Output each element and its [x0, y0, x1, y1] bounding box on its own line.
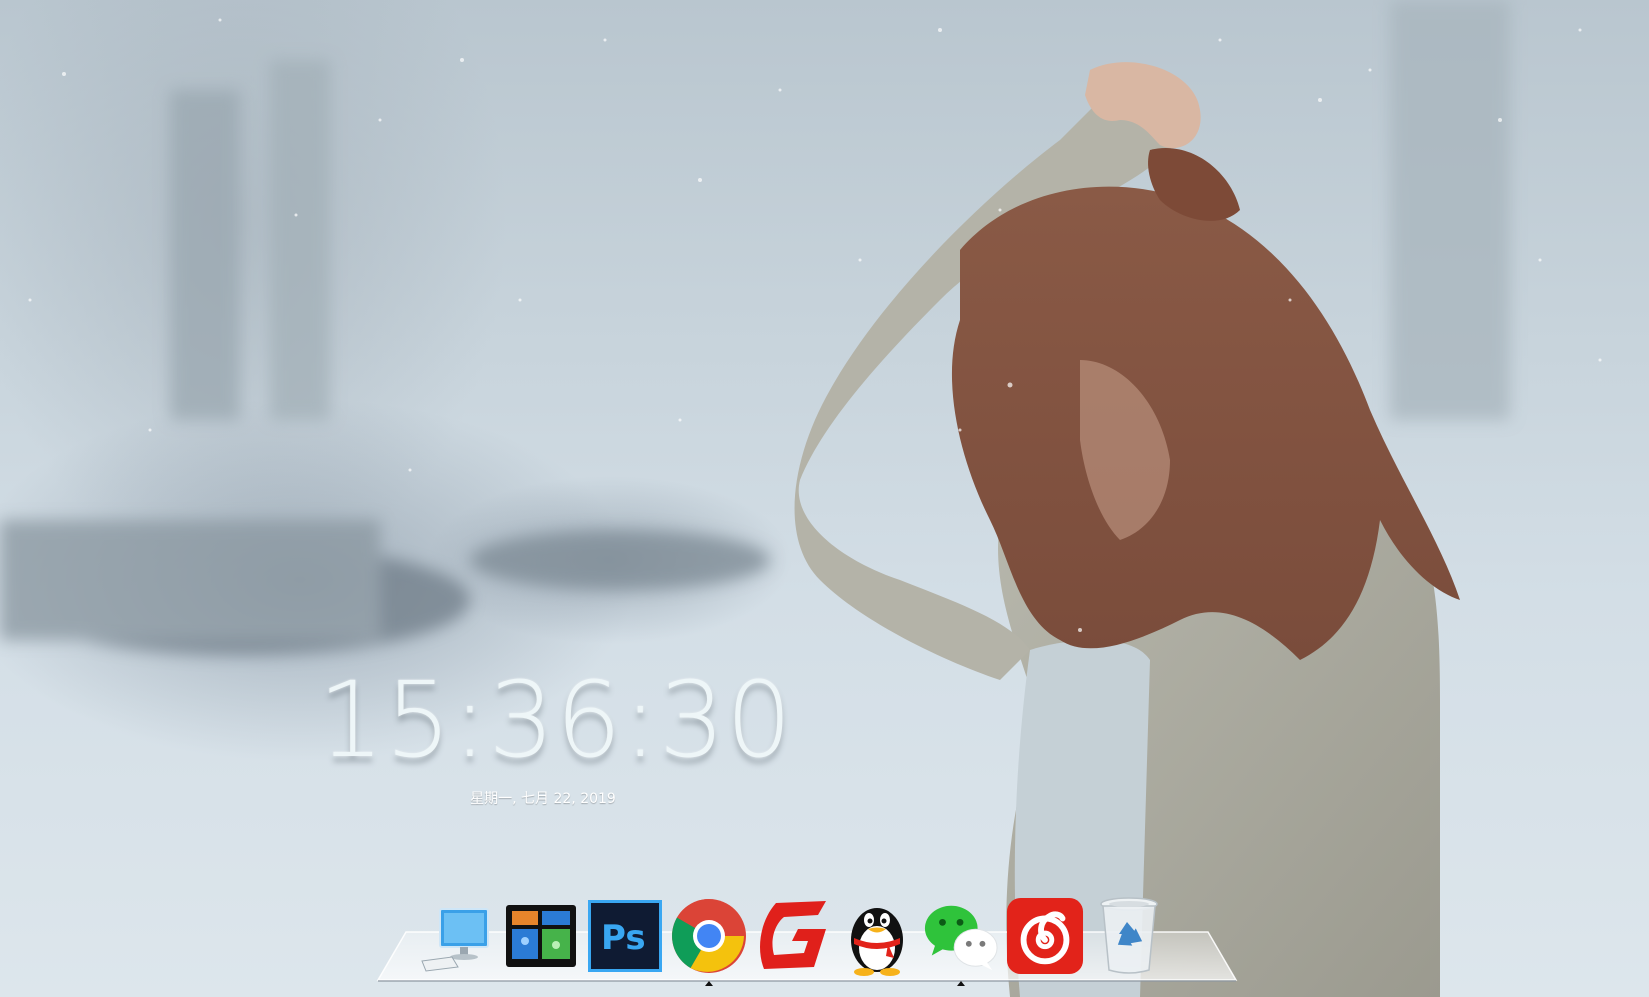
dock-item-task-view[interactable] [502, 894, 580, 978]
task-view-icon [506, 905, 576, 967]
recycle-bin-icon [1100, 897, 1158, 974]
dock: Ps [418, 894, 1168, 986]
computer-icon [421, 908, 489, 972]
dock-item-app-g[interactable] [754, 894, 832, 978]
qq-penguin-icon [851, 908, 903, 976]
dock-item-recycle-bin[interactable] [1090, 894, 1168, 978]
photoshop-icon: Ps [588, 900, 662, 972]
dock-item-chrome[interactable] [670, 894, 748, 986]
svg-text:Ps: Ps [601, 918, 646, 958]
wechat-icon [924, 905, 998, 971]
wallpaper-image [0, 0, 1602, 997]
clock-time: 15:36:30 [318, 659, 794, 781]
app-g-icon [760, 901, 826, 969]
dock-item-computer[interactable] [418, 894, 496, 978]
running-indicator [705, 981, 713, 986]
chrome-icon [672, 899, 746, 973]
dock-item-netease-music[interactable] [1006, 894, 1084, 978]
desktop: 15:36:30 星期一, 七月 22, 2019 Ps [0, 0, 1649, 997]
dock-item-photoshop[interactable]: Ps [586, 894, 664, 978]
dock-item-qq[interactable] [838, 894, 916, 978]
clock-date: 星期一, 七月 22, 2019 [470, 791, 616, 807]
netease-music-icon [1006, 897, 1084, 975]
dock-item-wechat[interactable] [922, 894, 1000, 986]
clock-widget: 15:36:30 星期一, 七月 22, 2019 [318, 659, 794, 808]
running-indicator [957, 981, 965, 986]
